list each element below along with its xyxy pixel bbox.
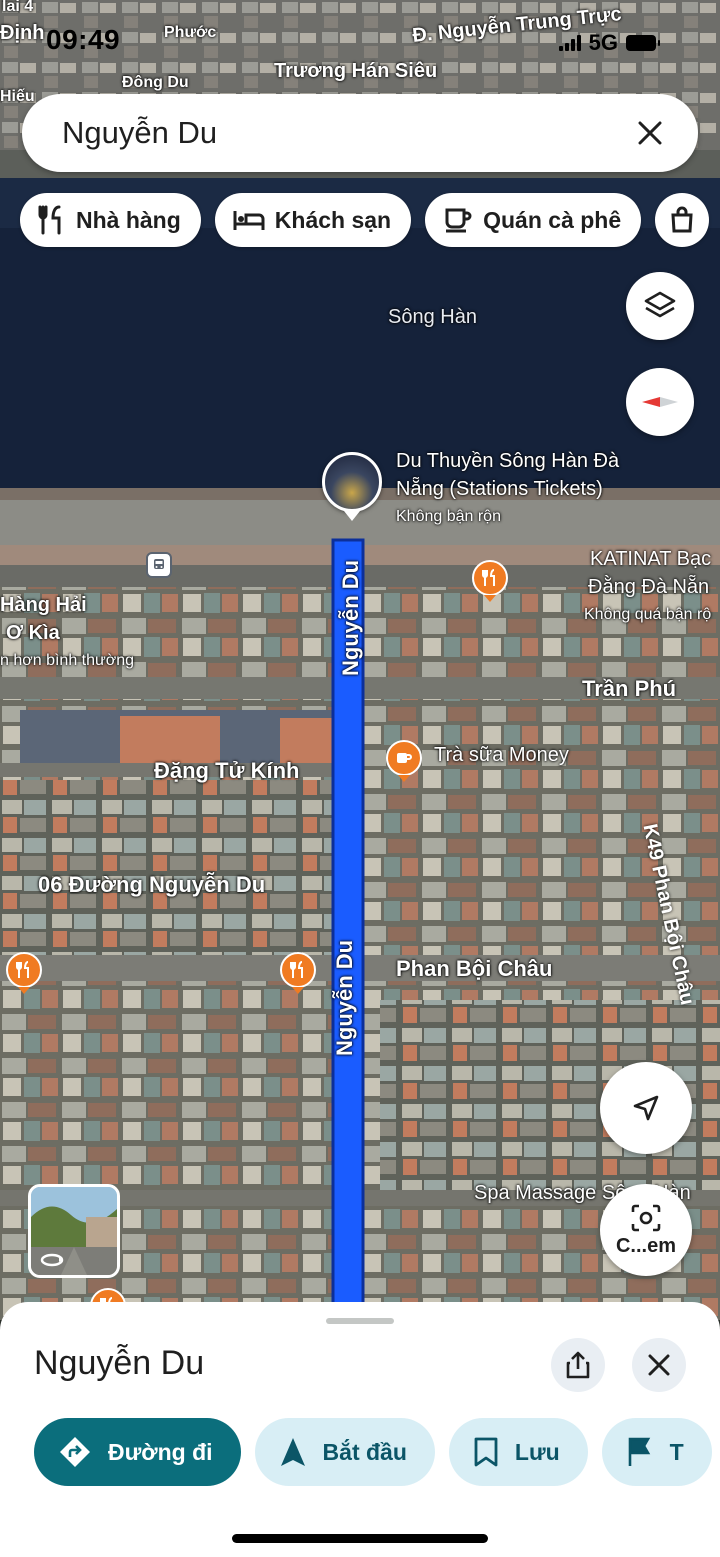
hotel-icon [233, 211, 265, 230]
lens-button-label: C...em [615, 1234, 677, 1257]
place-marker-du-thuyen[interactable] [322, 452, 382, 521]
compass-button[interactable] [626, 368, 694, 436]
place-title: Nguyễn Du [34, 1344, 205, 1382]
place-name: KATINAT Bạc [590, 548, 712, 570]
battery-icon [626, 35, 660, 51]
close-icon [648, 1354, 670, 1376]
place-name: Đằng Đà Nẵn [588, 576, 710, 598]
chip-label: Khách sạn [274, 206, 392, 233]
street-view-thumbnail[interactable] [28, 1184, 120, 1278]
map-label: Phước [164, 24, 217, 41]
cafe-poi-icon[interactable] [386, 740, 422, 782]
bus-stop-icon[interactable] [146, 552, 172, 578]
bookmark-icon [474, 1437, 498, 1467]
signal-icon [558, 35, 581, 51]
restaurant-poi-icon[interactable] [6, 952, 42, 994]
sheet-drag-handle[interactable] [326, 1318, 394, 1324]
chip-label: Nhà hàng [76, 206, 181, 233]
lens-camera-button[interactable]: C...em [600, 1184, 692, 1276]
rotate-360-icon [39, 1249, 65, 1269]
map-label-route: Nguyễn Du [338, 559, 363, 676]
action-label: Lưu [514, 1438, 560, 1465]
save-button[interactable]: Lưu [448, 1418, 588, 1486]
status-time: 09:49 [46, 24, 121, 55]
map-label-street: Đặng Tử Kính [154, 758, 300, 783]
map-label: Định [0, 22, 45, 44]
restaurant-icon [38, 205, 61, 235]
place-bottom-sheet[interactable]: Nguyễn Du Đường đi Bắt đầu Lưu T [0, 1302, 720, 1557]
action-label: Bắt đầu [322, 1438, 407, 1465]
action-label: Đường đi [108, 1438, 213, 1465]
directions-icon [60, 1437, 90, 1467]
map-label: Đông Du [122, 74, 189, 91]
status-indicators: 5G [558, 30, 660, 56]
compass-icon [642, 397, 678, 407]
layers-icon [644, 291, 676, 318]
restaurant-poi-icon[interactable] [472, 560, 508, 602]
share-icon [566, 1351, 590, 1379]
map-label-street: Phan Bội Châu [396, 956, 553, 981]
map-label: lai 4 [2, 0, 34, 15]
action-label: T [669, 1438, 684, 1465]
map-label-street: Trần Phú [582, 676, 677, 701]
restaurant-poi-icon[interactable] [280, 952, 316, 994]
map-label: Trương Hán Siêu [274, 60, 438, 82]
flag-icon [628, 1437, 650, 1466]
cafe-icon [445, 208, 472, 233]
place-name: Nẵng (Stations Tickets) [396, 478, 603, 500]
map-label-place: Ơ Kìa [6, 622, 60, 644]
layers-button[interactable] [626, 272, 694, 340]
place-status: Không quá bận rộ [584, 606, 712, 623]
my-location-button[interactable] [600, 1062, 692, 1154]
place-status: Không bận rộn [396, 508, 501, 525]
place-name: Du Thuyền Sông Hàn Đà [396, 450, 620, 472]
action-buttons: Đường đi Bắt đầu Lưu T [34, 1418, 712, 1486]
map-label: Hiếu [0, 88, 35, 105]
chip-hotels[interactable]: Khách sạn [214, 193, 412, 247]
search-bar[interactable]: Nguyễn Du [22, 94, 698, 172]
map-label-route: Nguyễn Du [332, 939, 357, 1056]
chip-cafes[interactable]: Quán cà phê [425, 193, 642, 247]
map-label-place-status: n hơn bình thường [0, 652, 135, 669]
navigation-arrow-icon [280, 1438, 305, 1466]
chip-shopping[interactable] [655, 193, 710, 247]
camera-lens-icon [631, 1204, 661, 1231]
directions-button[interactable]: Đường đi [34, 1418, 241, 1486]
map-label-place: Hàng Hải [0, 594, 87, 616]
close-icon[interactable] [630, 113, 670, 153]
place-name: Trà sữa Money [434, 744, 569, 766]
share-button[interactable] [551, 1338, 605, 1392]
chip-label: Quán cà phê [483, 206, 622, 233]
map-label-river: Sông Hàn [388, 306, 477, 328]
search-input[interactable]: Nguyễn Du [62, 115, 630, 151]
location-arrow-icon [633, 1095, 659, 1121]
home-indicator[interactable] [232, 1534, 488, 1543]
start-button[interactable]: Bắt đầu [254, 1418, 435, 1486]
close-sheet-button[interactable] [632, 1338, 686, 1392]
category-chips: Nhà hàng Khách sạn Quán cà phê [20, 193, 710, 247]
network-type: 5G [588, 30, 618, 55]
shopping-bag-icon [671, 206, 693, 233]
label-button[interactable]: T [601, 1418, 712, 1486]
map-label-street: 06 Đường Nguyễn Du [38, 872, 266, 897]
chip-restaurants[interactable]: Nhà hàng [20, 193, 201, 247]
